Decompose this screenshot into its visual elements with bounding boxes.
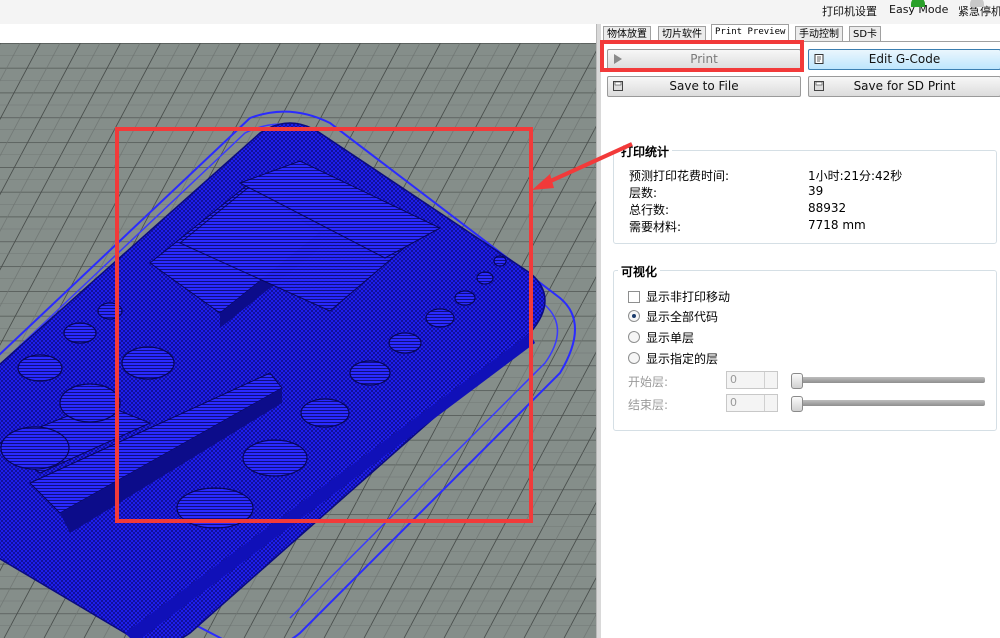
start-layer-spinner[interactable]: 0: [726, 371, 778, 389]
easy-mode-button[interactable]: Easy Mode: [889, 0, 948, 16]
start-layer-slider-thumb[interactable]: [791, 373, 803, 389]
watermark-brand-cn: 经验: [899, 561, 960, 594]
edit-gcode-button[interactable]: Edit G-Code: [808, 49, 1000, 70]
end-layer-label: 结束层:: [628, 398, 669, 412]
show-single-layer-radio[interactable]: [628, 331, 640, 343]
save-to-file-button[interactable]: Save to File: [607, 76, 801, 97]
stat-label-material: 需要材料:: [629, 220, 682, 234]
end-layer-spinner[interactable]: 0: [726, 394, 778, 412]
save-for-sd-print-button[interactable]: Save for SD Print: [808, 76, 1000, 97]
save-to-file-label: Save to File: [669, 79, 739, 93]
end-layer-slider[interactable]: [795, 400, 985, 406]
edit-gcode-label: Edit G-Code: [868, 52, 941, 66]
printer-settings-label: 打印机设置: [822, 5, 877, 18]
watermark-brand-left: Bai: [768, 554, 825, 595]
show-specified-layers-label[interactable]: 显示指定的层: [646, 350, 718, 367]
print-button-highlight: [600, 40, 804, 72]
end-layer-value: 0: [730, 396, 737, 409]
tab-sd-card[interactable]: SD卡: [849, 26, 882, 42]
save-for-sd-print-label: Save for SD Print: [853, 79, 956, 93]
stat-label-print-time: 预测打印花费时间:: [629, 169, 730, 183]
print-preview-viewport[interactable]: [0, 43, 596, 638]
viewport-header: [0, 24, 596, 44]
top-toolbar: 打印机设置 Easy Mode 紧急停机: [0, 0, 1000, 24]
paw-icon: ❀: [824, 561, 846, 592]
stat-value-total-lines: 88932: [808, 201, 847, 215]
spinner-arrows-icon[interactable]: [764, 395, 777, 411]
stat-value-layers: 39: [808, 184, 824, 198]
watermark-logo: Bai❀du 经验: [768, 552, 960, 596]
show-single-layer-label[interactable]: 显示单层: [646, 329, 694, 346]
start-layer-value: 0: [730, 373, 737, 386]
stat-value-print-time: 1小时:21分:42秒: [808, 169, 903, 183]
watermark-brand-right: du: [845, 554, 890, 595]
show-all-code-radio[interactable]: [628, 310, 640, 322]
stat-value-material: 7718 mm: [808, 218, 866, 232]
emergency-stop-icon: [970, 0, 984, 7]
show-non-print-moves-checkbox[interactable]: [628, 291, 640, 303]
start-layer-slider[interactable]: [795, 377, 985, 383]
easy-mode-icon: [911, 0, 925, 7]
visualization-title: 可视化: [618, 263, 661, 280]
show-specified-layers-radio[interactable]: [628, 352, 640, 364]
emergency-stop-button[interactable]: 紧急停机: [958, 0, 1000, 19]
start-layer-label: 开始层:: [628, 375, 669, 389]
annotation-arrow: [532, 142, 633, 190]
save-icon: [814, 81, 824, 91]
gcode-preview-canvas: [0, 43, 596, 638]
watermark-url: jingyan.baidu.com: [790, 598, 920, 614]
end-layer-slider-thumb[interactable]: [791, 396, 803, 412]
stat-label-total-lines: 总行数:: [629, 203, 670, 217]
show-all-code-label[interactable]: 显示全部代码: [646, 308, 718, 325]
save-icon: [613, 81, 623, 91]
show-non-print-moves-label[interactable]: 显示非打印移动: [646, 288, 730, 305]
spinner-arrows-icon[interactable]: [764, 372, 777, 388]
printer-settings-button[interactable]: 打印机设置: [822, 3, 877, 19]
edit-document-icon: [814, 54, 824, 64]
